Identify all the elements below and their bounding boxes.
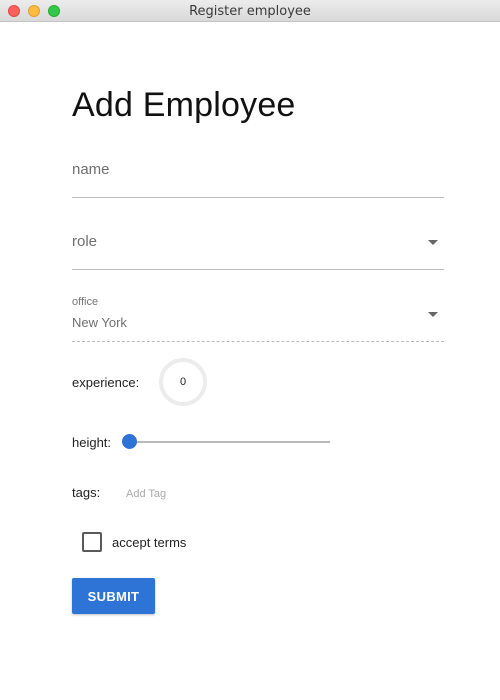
tags-label: tags: (72, 485, 101, 500)
chevron-down-icon[interactable] (428, 240, 438, 245)
height-label: height: (72, 435, 112, 450)
submit-button[interactable]: SUBMIT (72, 578, 155, 614)
tags-input[interactable] (120, 484, 270, 504)
office-value: New York (72, 315, 127, 330)
page-title: Add Employee (72, 86, 296, 124)
office-label: office (72, 296, 99, 308)
window-title: Register employee (189, 4, 311, 19)
terms-checkbox[interactable] (82, 532, 102, 552)
experience-value: 0 (179, 376, 187, 388)
role-placeholder: role (72, 233, 98, 250)
slider-track[interactable] (128, 441, 330, 443)
window-titlebar: Register employee (0, 0, 500, 22)
height-slider[interactable] (122, 433, 330, 451)
experience-label: experience: (72, 375, 140, 390)
terms-label[interactable]: accept terms (112, 535, 186, 550)
slider-thumb[interactable] (122, 434, 137, 449)
chevron-down-icon[interactable] (428, 312, 438, 317)
office-select[interactable]: office New York (72, 292, 444, 342)
experience-knob[interactable]: 0 (159, 358, 207, 406)
role-select[interactable]: role (72, 222, 444, 270)
name-placeholder: name (72, 161, 110, 178)
name-field[interactable]: name (72, 150, 444, 198)
